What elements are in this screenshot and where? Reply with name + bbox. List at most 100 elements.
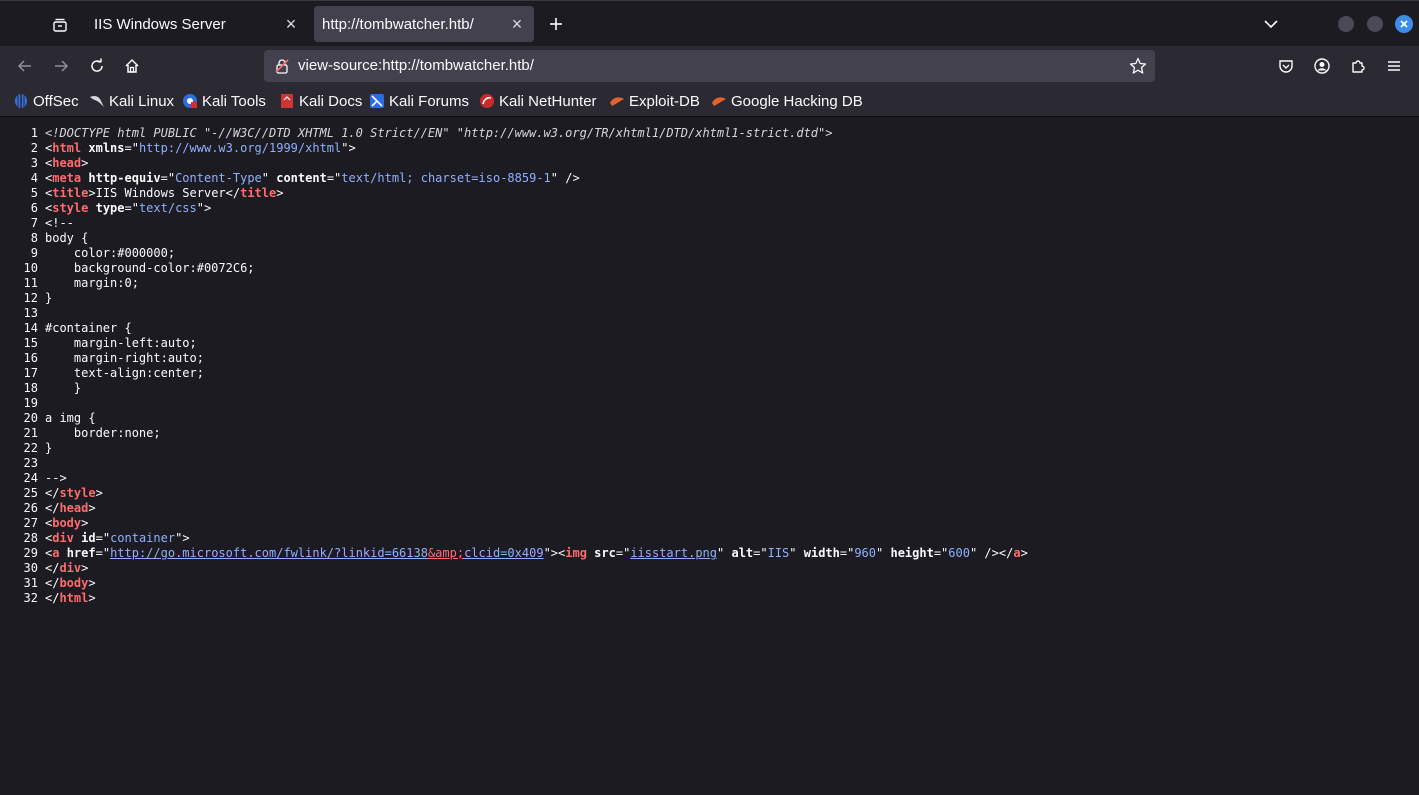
bookmark-kali-forums[interactable]: Kali Forums: [369, 91, 469, 111]
tab-strip: IIS Windows Server × http://tombwatcher.…: [0, 0, 1419, 46]
source-line: 23: [23, 456, 38, 470]
css-line: border:none;: [45, 426, 161, 440]
bookmark-offsec[interactable]: OffSec: [13, 91, 79, 111]
css-line: margin:0;: [45, 276, 139, 290]
maximize-button[interactable]: [1367, 16, 1383, 32]
nethunter-icon: [480, 94, 494, 108]
div-id-value: container: [110, 531, 176, 545]
page-source-view: 1 <!DOCTYPE html PUBLIC "-//W3C//DTD XHTM…: [0, 117, 1419, 795]
tab-iis-windows-server[interactable]: IIS Windows Server ×: [86, 6, 308, 42]
exploit-db-icon: [610, 97, 624, 106]
tab-list-button[interactable]: [44, 9, 76, 41]
bookmark-label: Kali Linux: [109, 92, 175, 110]
pocket-button[interactable]: [1272, 52, 1300, 80]
css-line: a img {: [45, 411, 96, 425]
img-height-value: 600: [948, 546, 970, 560]
kali-dragon-icon: [90, 95, 104, 107]
new-tab-button[interactable]: [543, 11, 569, 37]
kali-tools-icon: [183, 94, 197, 108]
pocket-icon: [1279, 60, 1293, 73]
bookmark-label: Kali Docs: [299, 92, 363, 110]
source-line: 24 -->: [23, 471, 67, 485]
source-line: 29 <a href="http://go.microsoft.com/fwlin…: [23, 546, 1028, 560]
home-button[interactable]: [118, 52, 146, 80]
tab-label: http://tombwatcher.htb/: [322, 15, 474, 33]
source-line: 2 <html xmlns="http://www.w3.org/1999/xht…: [30, 141, 356, 155]
list-all-tabs-button[interactable]: [1258, 11, 1284, 37]
bookmark-label: OffSec: [33, 92, 79, 110]
bookmarks-toolbar: OffSec Kali Linux Kali Tools Kali Docs K…: [0, 86, 1419, 117]
chevron-down-icon: [1264, 20, 1278, 29]
source-line: 14 #container {: [23, 321, 132, 335]
back-button[interactable]: [11, 52, 39, 80]
source-line: 25 </style>: [23, 486, 103, 500]
bookmark-google-hacking-db[interactable]: Google Hacking DB: [711, 91, 863, 111]
href-link-entity[interactable]: &amp;: [428, 546, 464, 560]
img-src-link[interactable]: iisstart.png: [630, 546, 717, 560]
source-line: 9 color:#000000;: [30, 246, 176, 260]
bookmark-kali-tools[interactable]: Kali Tools: [182, 91, 266, 111]
bookmark-star-icon[interactable]: [1129, 57, 1147, 80]
meta-content-value: text/html; charset=iso-8859-1: [341, 171, 551, 185]
offsec-icon: [15, 94, 27, 108]
source-line: 22}: [23, 441, 53, 455]
css-line: text-align:center;: [45, 366, 204, 380]
window-close-button[interactable]: [1395, 15, 1413, 33]
puzzle-piece-icon: [1352, 60, 1365, 73]
bookmark-kali-nethunter[interactable]: Kali NetHunter: [479, 91, 597, 111]
source-line: 12}: [23, 291, 53, 305]
source-line: 4 <meta http-equiv="Content-Type" content…: [30, 171, 580, 185]
href-link-part1[interactable]: http://go.microsoft.com/fwlink/?linkid=6…: [110, 546, 428, 560]
close-icon[interactable]: ×: [282, 15, 300, 33]
bookmark-kali-linux[interactable]: Kali Linux: [89, 91, 174, 111]
style-type-value: text/css: [138, 201, 197, 215]
ghdb-icon: [712, 97, 726, 106]
bookmark-label: Google Hacking DB: [731, 92, 863, 110]
source-line: 21 border:none;: [23, 426, 161, 440]
insecure-lock-icon[interactable]: [274, 58, 290, 79]
css-line: body {: [45, 231, 89, 245]
tab-tombwatcher[interactable]: http://tombwatcher.htb/ ×: [314, 6, 534, 42]
source-code: 1 <!DOCTYPE html PUBLIC "-//W3C//DTD XHTM…: [0, 126, 1028, 606]
html-xmlns-value: http://www.w3.org/1999/xhtml: [138, 141, 342, 155]
css-line: background-color:#0072C6;: [45, 261, 255, 275]
account-icon: [1314, 58, 1330, 74]
address-bar[interactable]: view-source:http://tombwatcher.htb/: [264, 50, 1155, 82]
source-line: 10 background-color:#0072C6;: [23, 261, 255, 275]
kali-forums-icon: [370, 94, 384, 108]
hamburger-menu-icon: [1388, 61, 1400, 71]
source-line: 8 body {: [30, 231, 89, 245]
source-line: 13: [23, 306, 38, 320]
source-line: 7 <!--: [30, 216, 74, 230]
back-arrow-icon: [17, 60, 31, 72]
source-line: 1 <!DOCTYPE html PUBLIC "-//W3C//DTD XHTM…: [30, 126, 833, 140]
extensions-button[interactable]: [1344, 52, 1372, 80]
reload-button[interactable]: [83, 52, 111, 80]
css-line: color:#000000;: [45, 246, 176, 260]
source-line: 15 margin-left:auto;: [23, 336, 197, 350]
source-line: 31 </body>: [23, 576, 96, 590]
forward-button[interactable]: [47, 52, 75, 80]
kali-docs-icon: [281, 94, 293, 108]
bookmark-kali-docs[interactable]: Kali Docs: [279, 91, 362, 111]
source-line: 18 }: [23, 381, 82, 395]
source-line: 27 <body>: [23, 516, 89, 530]
tab-label: IIS Windows Server: [94, 15, 226, 33]
forward-arrow-icon: [55, 60, 69, 72]
source-line: 19: [23, 396, 38, 410]
navigation-toolbar: view-source:http://tombwatcher.htb/: [0, 46, 1419, 86]
source-line: 5 <title>IIS Windows Server</title>: [30, 186, 284, 200]
account-button[interactable]: [1308, 52, 1336, 80]
css-line: -->: [45, 471, 67, 485]
minimize-button[interactable]: [1338, 16, 1354, 32]
css-line: }: [45, 441, 53, 455]
source-line: 17 text-align:center;: [23, 366, 204, 380]
tab-list-icon: [53, 18, 67, 32]
href-link-part2[interactable]: clcid=0x409: [464, 546, 543, 560]
source-line: 30 </div>: [23, 561, 89, 575]
bookmark-exploit-db[interactable]: Exploit-DB: [609, 91, 700, 111]
close-icon[interactable]: ×: [508, 15, 526, 33]
bookmark-label: Kali Tools: [202, 92, 266, 110]
url-text[interactable]: view-source:http://tombwatcher.htb/: [298, 57, 534, 74]
app-menu-button[interactable]: [1380, 52, 1408, 80]
